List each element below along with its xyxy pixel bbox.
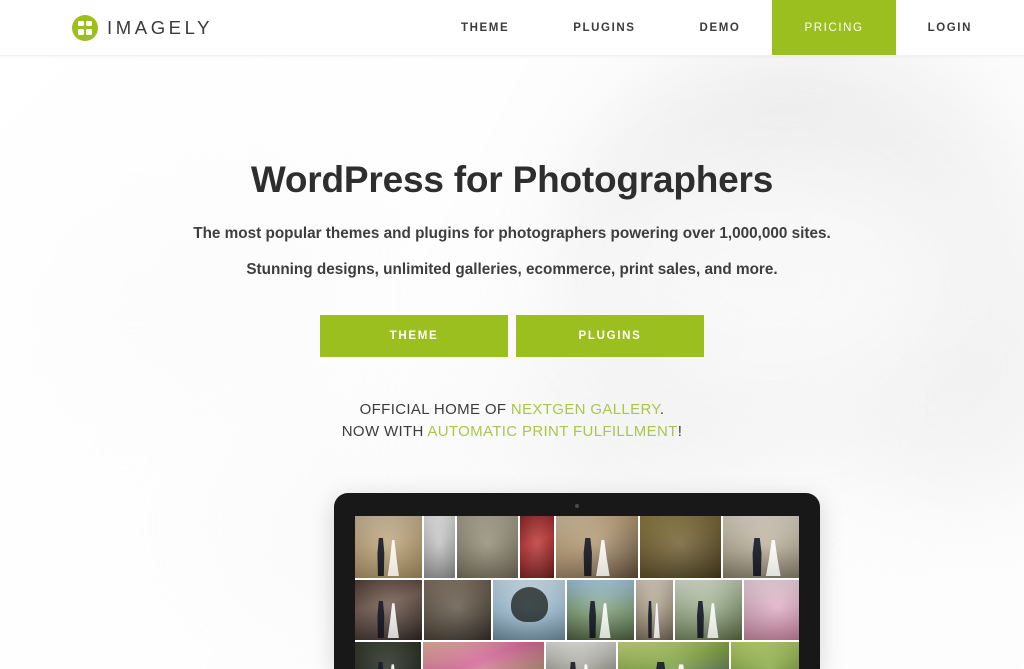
gallery-thumbnail[interactable]: [456, 516, 518, 578]
tagline-line-1-suffix: .: [659, 401, 665, 419]
hero-subtitle-line-1: The most popular themes and plugins for …: [193, 225, 831, 243]
gallery-thumbnail[interactable]: [424, 580, 492, 640]
gallery-thumbnail[interactable]: [639, 516, 722, 578]
tagline-line-2-prefix: NOW WITH: [341, 423, 428, 441]
nav-item-plugins[interactable]: PLUGINS: [541, 0, 667, 55]
gallery-thumbnail[interactable]: [723, 516, 799, 578]
tagline-line-2-suffix: !: [677, 423, 683, 441]
tagline-line-2: NOW WITH AUTOMATIC PRINT FULFILLMENT!: [0, 421, 1024, 443]
gallery-row: [355, 642, 799, 669]
gallery-thumbnail[interactable]: [674, 580, 742, 640]
gallery-row: [355, 516, 799, 578]
laptop-mockup: [334, 493, 820, 669]
hero-section: WordPress for Photographers The most pop…: [0, 56, 1024, 443]
theme-button[interactable]: THEME: [320, 315, 508, 358]
nav-item-login[interactable]: LOGIN: [896, 0, 1024, 55]
gallery-thumbnail[interactable]: [635, 580, 673, 640]
page-title: WordPress for Photographers: [250, 159, 774, 200]
gallery-thumbnail[interactable]: [743, 580, 799, 640]
gallery-thumbnail[interactable]: [545, 642, 617, 669]
brand-logo[interactable]: IMAGELY: [72, 0, 213, 55]
grid-squares-icon: [72, 14, 98, 41]
gallery-thumbnail[interactable]: [424, 516, 455, 578]
laptop-screen: [355, 516, 799, 669]
gallery-thumbnail[interactable]: [566, 580, 634, 640]
gallery-thumbnail[interactable]: [355, 516, 423, 578]
nav-item-theme[interactable]: THEME: [429, 0, 541, 55]
gallery-thumbnail[interactable]: [618, 642, 729, 669]
hero-subtitle: The most popular themes and plugins for …: [0, 219, 1024, 285]
gallery-thumbnail[interactable]: [493, 580, 565, 640]
site-header: IMAGELY THEME PLUGINS DEMO PRICING LOGIN: [0, 0, 1024, 56]
tagline-line-1-prefix: OFFICIAL HOME OF: [359, 401, 511, 419]
gallery-thumbnail[interactable]: [556, 516, 638, 578]
plugins-button[interactable]: PLUGINS: [516, 315, 704, 358]
gallery-thumbnail[interactable]: [355, 580, 423, 640]
brand-name: IMAGELY: [107, 16, 214, 38]
gallery-thumbnail[interactable]: [730, 642, 799, 669]
main-navigation: THEME PLUGINS DEMO PRICING LOGIN: [429, 0, 1024, 55]
landing-page: IMAGELY THEME PLUGINS DEMO PRICING LOGIN…: [0, 0, 1024, 669]
gallery-thumbnail[interactable]: [355, 642, 422, 669]
gallery-thumbnail[interactable]: [519, 516, 555, 578]
gallery-thumbnail[interactable]: [423, 642, 544, 669]
laptop-camera-icon: [575, 504, 579, 508]
nextgen-gallery-link[interactable]: NEXTGEN GALLERY: [511, 401, 660, 418]
gallery-row: [355, 580, 799, 640]
hero-subtitle-line-2: Stunning designs, unlimited galleries, e…: [246, 261, 778, 279]
hero-tagline: OFFICIAL HOME OF NEXTGEN GALLERY. NOW WI…: [0, 399, 1024, 443]
nav-item-pricing[interactable]: PRICING: [772, 0, 896, 55]
automatic-print-fulfillment-link[interactable]: AUTOMATIC PRINT FULFILLMENT: [427, 423, 677, 440]
hero-cta-group: THEME PLUGINS: [0, 315, 1024, 358]
tagline-line-1: OFFICIAL HOME OF NEXTGEN GALLERY.: [0, 399, 1024, 421]
nav-item-demo[interactable]: DEMO: [668, 0, 773, 55]
